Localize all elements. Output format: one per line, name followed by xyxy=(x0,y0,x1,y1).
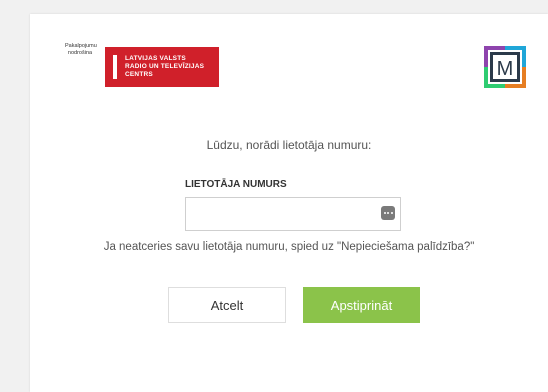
password-manager-icon[interactable] xyxy=(381,206,395,220)
prompt-text: Lūdzu, norādi lietotāja numuru: xyxy=(206,138,372,152)
lvrtc-logo-bar xyxy=(113,55,117,79)
lvrtc-logo-text: LATVIJAS VALSTS RADIO UN TELEVĪZIJAS CEN… xyxy=(125,55,204,79)
user-number-label: LIETOTĀJA NUMURS xyxy=(185,179,287,190)
login-card: Pakalpojumu nodrošina LATVIJAS VALSTS RA… xyxy=(30,14,548,392)
provider-label: Pakalpojumu nodrošina xyxy=(65,43,97,56)
provider-label-line1: Pakalpojumu xyxy=(65,43,97,49)
org-line3: CENTRS xyxy=(125,71,153,78)
cancel-button[interactable]: Atcelt xyxy=(168,287,286,323)
user-number-input[interactable] xyxy=(185,197,401,231)
provider-label-line2: nodrošina xyxy=(67,49,93,56)
help-text: Ja neatceries savu lietotāja numuru, spi… xyxy=(103,241,475,253)
org-line1: LATVIJAS VALSTS xyxy=(125,55,186,62)
app-logo-icon: M xyxy=(484,46,526,88)
confirm-button[interactable]: Apstiprināt xyxy=(303,287,420,323)
lvrtc-logo: LATVIJAS VALSTS RADIO UN TELEVĪZIJAS CEN… xyxy=(105,47,219,87)
org-line2: RADIO UN TELEVĪZIJAS xyxy=(125,63,205,70)
app-logo-letter: M xyxy=(497,58,514,80)
